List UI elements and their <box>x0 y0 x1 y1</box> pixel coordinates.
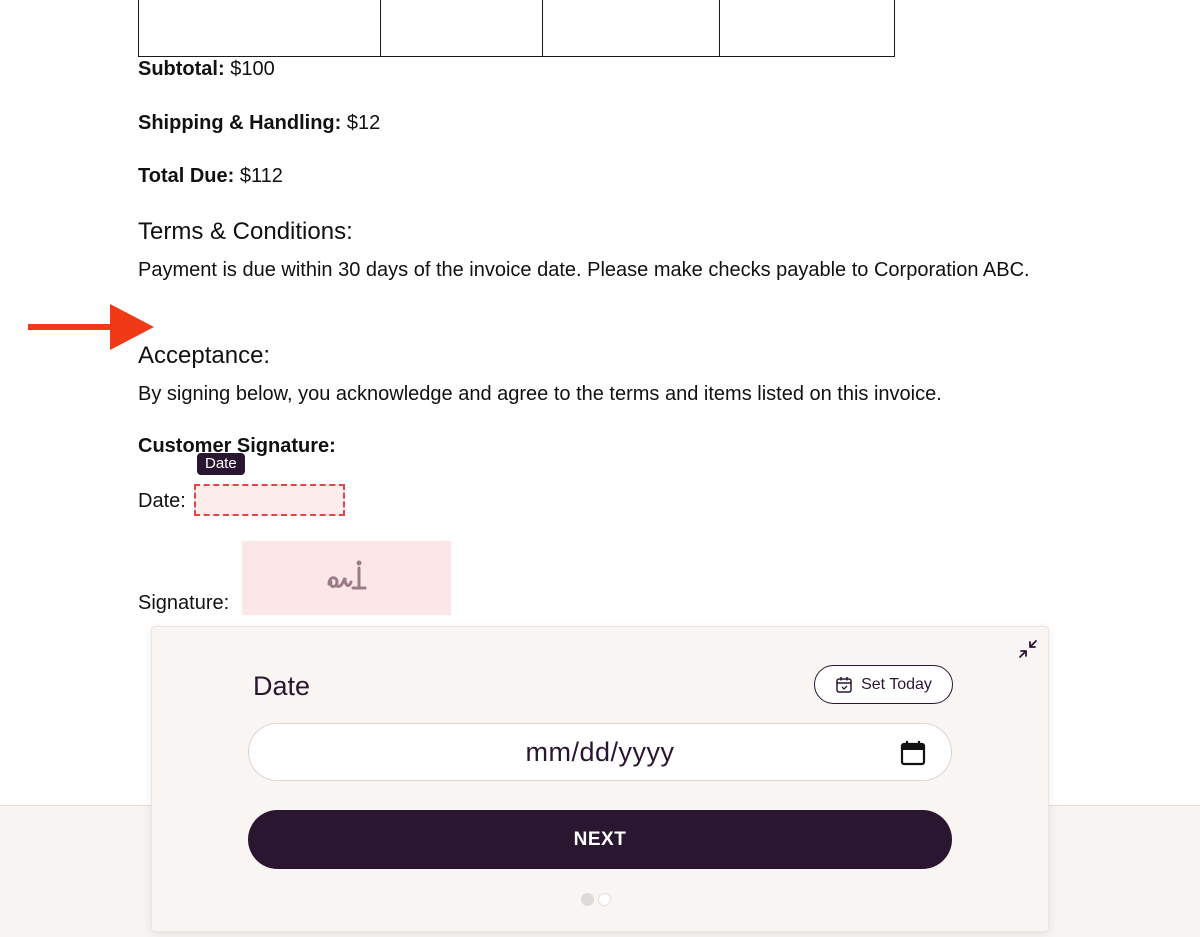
table-cell <box>139 0 382 56</box>
terms-heading: Terms & Conditions: <box>138 218 353 245</box>
date-input-placeholder: mm/dd/yyyy <box>525 736 675 767</box>
date-input[interactable]: mm/dd/yyyy <box>248 723 952 781</box>
red-arrow-icon <box>28 304 154 350</box>
table-cell <box>543 0 721 56</box>
total-value: $112 <box>234 165 283 187</box>
acceptance-text: By signing below, you acknowledge and ag… <box>138 383 942 405</box>
set-today-button[interactable]: Set Today <box>814 665 953 704</box>
shipping-line: Shipping & Handling: $12 <box>138 112 380 135</box>
items-table <box>138 0 895 57</box>
total-line: Total Due: $112 <box>138 165 283 188</box>
field-entry-panel: Date Set Today mm/dd/yyyy NEXT <box>151 626 1049 932</box>
total-label: Total Due: <box>138 165 235 187</box>
step-dot <box>598 893 611 906</box>
acceptance-heading: Acceptance: <box>138 342 271 369</box>
step-indicator <box>581 893 611 906</box>
step-dot-active <box>581 893 594 906</box>
calendar-icon[interactable] <box>900 740 926 766</box>
subtotal-line: Subtotal: $100 <box>138 58 275 81</box>
signature-pen-icon <box>327 560 366 590</box>
date-field-tag: Date <box>197 453 245 475</box>
table-cell <box>720 0 894 56</box>
date-field-box[interactable] <box>194 484 345 516</box>
shipping-label: Shipping & Handling: <box>138 112 342 134</box>
next-button[interactable]: NEXT <box>248 810 952 869</box>
collapse-icon[interactable] <box>1016 637 1040 661</box>
document-viewer: Subtotal: $100 Shipping & Handling: $12 … <box>0 0 1200 937</box>
terms-text: Payment is due within 30 days of the inv… <box>138 259 1030 281</box>
set-today-label: Set Today <box>861 675 932 693</box>
shipping-value: $12 <box>341 112 381 134</box>
subtotal-label: Subtotal: <box>138 58 225 80</box>
signature-label: Signature: <box>138 592 230 614</box>
table-cell <box>381 0 543 56</box>
signature-field-box[interactable] <box>242 541 451 615</box>
date-label: Date: <box>138 490 186 512</box>
panel-title: Date <box>253 671 311 701</box>
subtotal-value: $100 <box>224 58 275 80</box>
calendar-small-icon <box>836 676 852 693</box>
